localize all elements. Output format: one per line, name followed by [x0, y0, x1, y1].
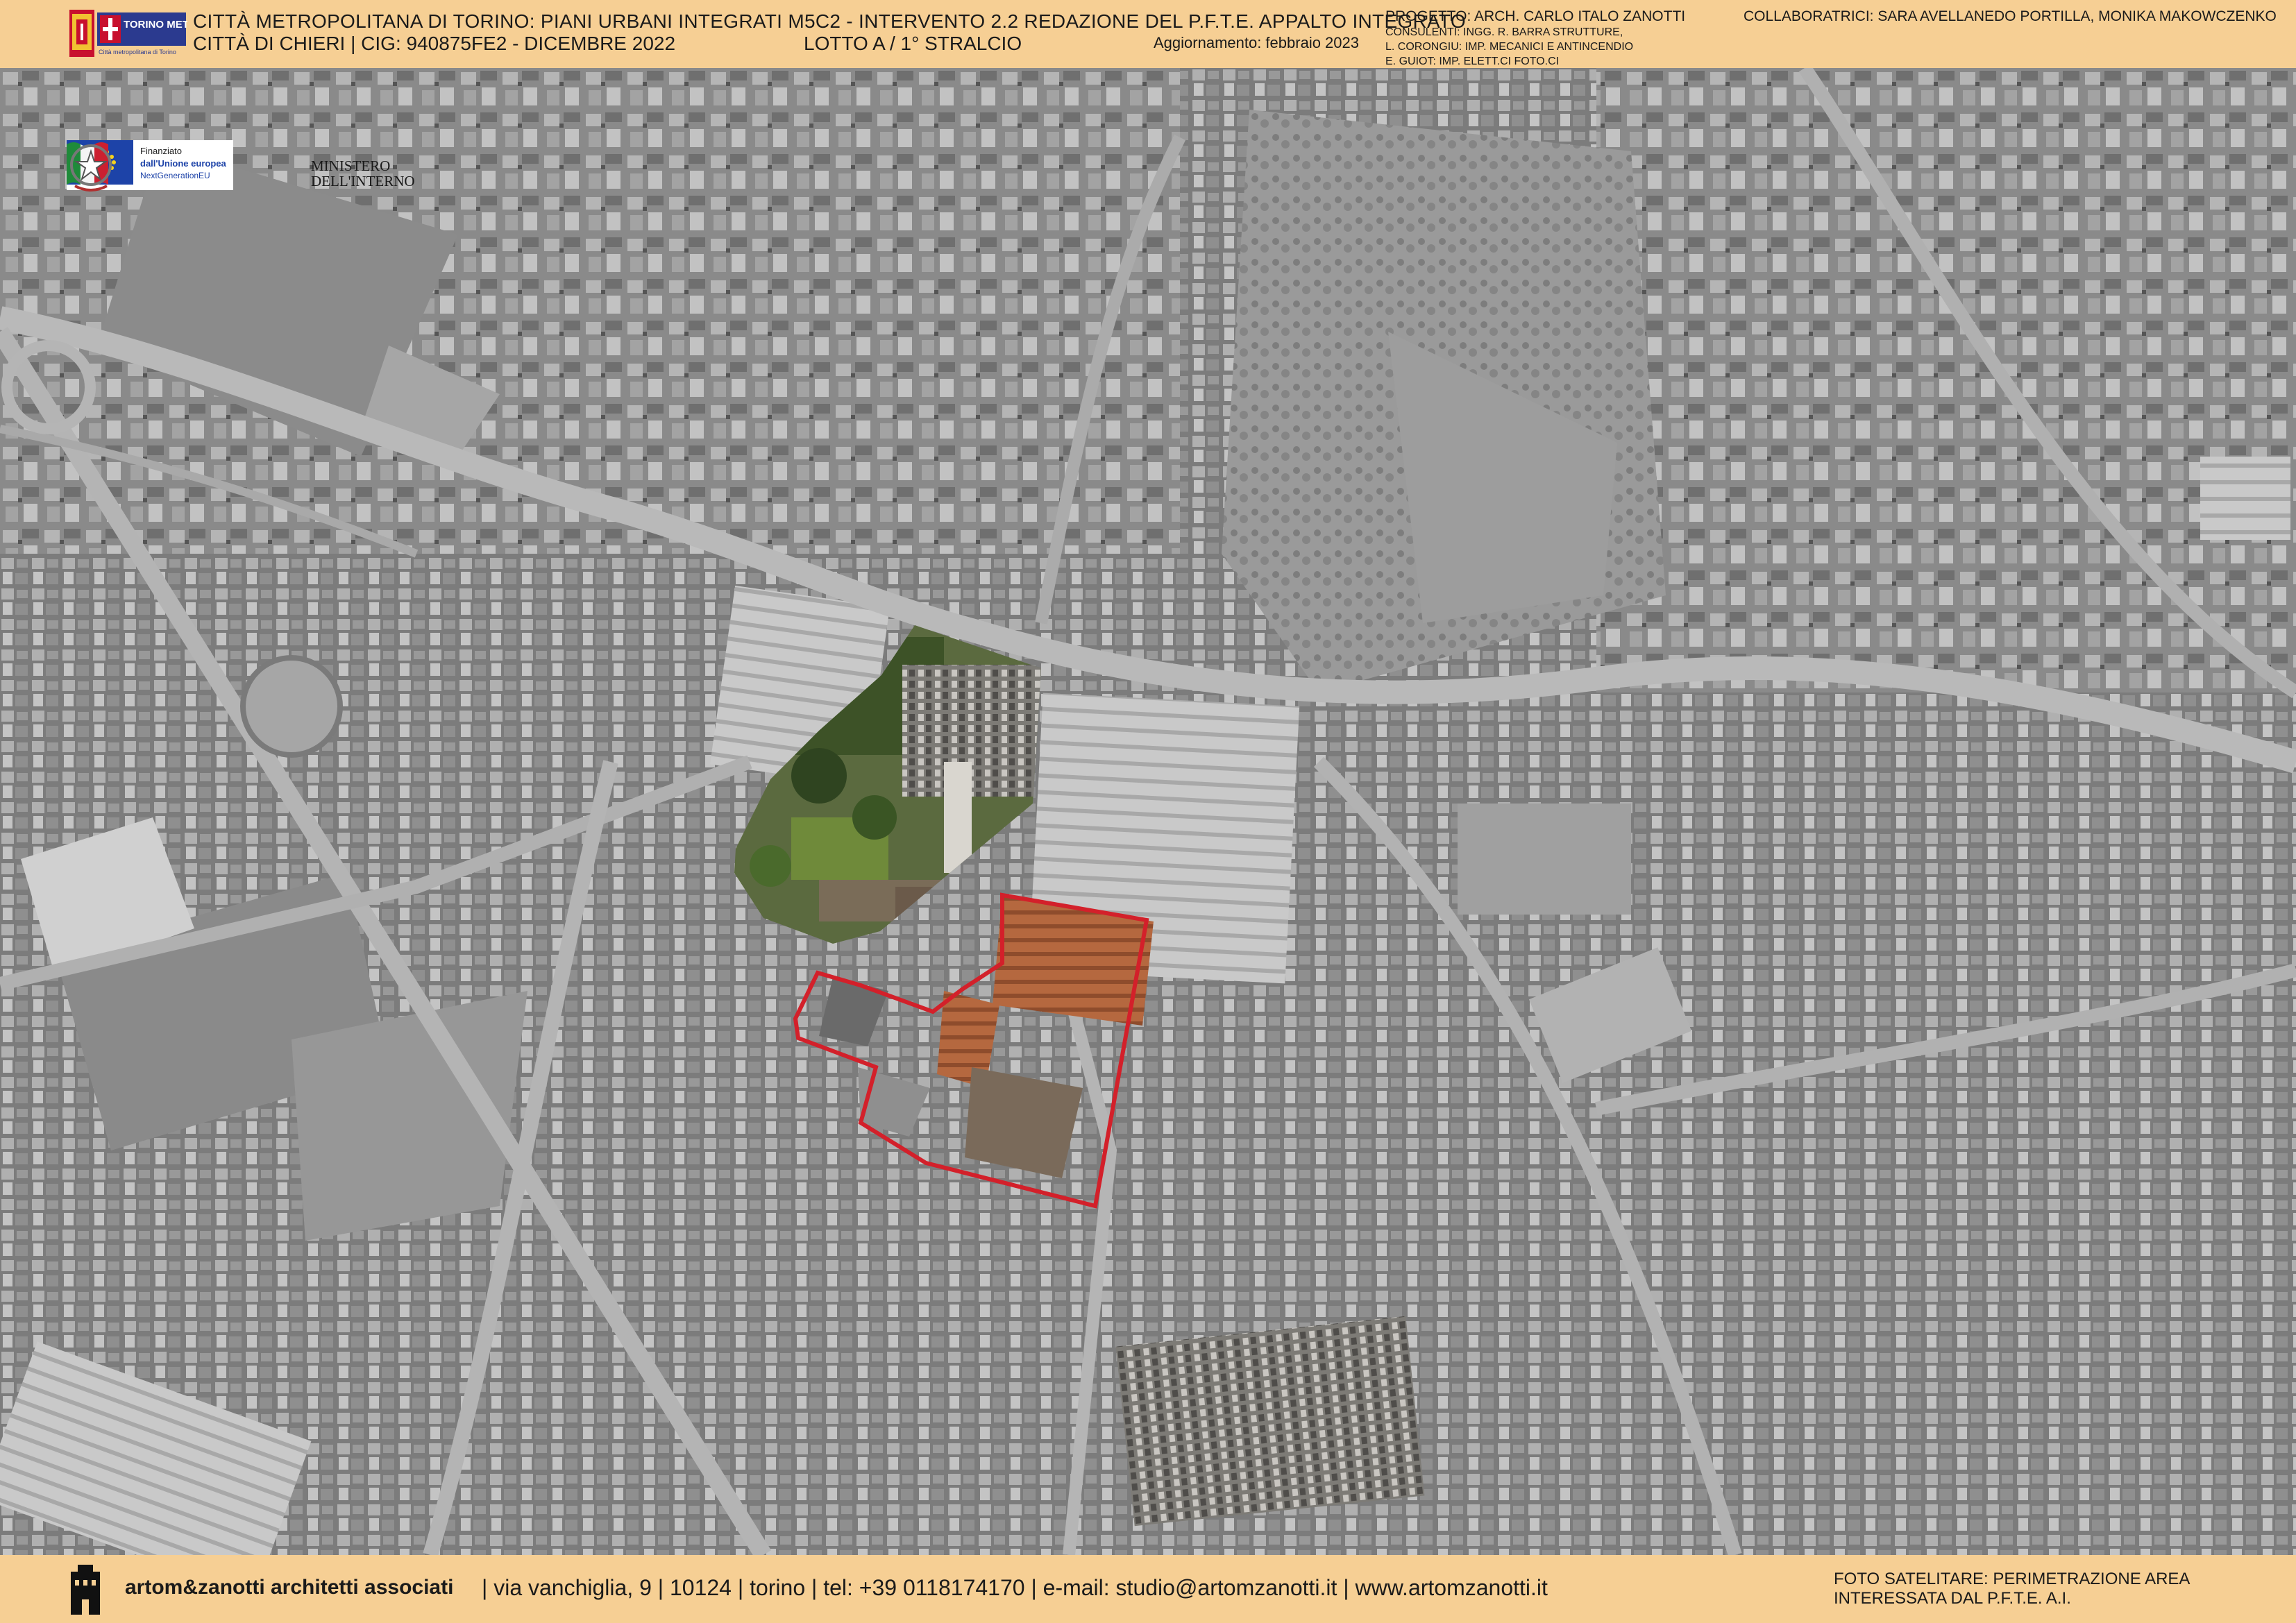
torino-metropoli-emblem-icon: TORINO METROPOLI Città metropolitana di …	[69, 10, 187, 57]
eu-line-1: Finanziato	[140, 146, 182, 156]
project-title: CITTÀ METROPOLITANA DI TORINO: PIANI URB…	[193, 10, 1466, 32]
firm-name: artom&zanotti architetti associati	[125, 1576, 454, 1599]
eu-line-2: dall'Unione europea	[140, 158, 226, 169]
ministry-line-2: DELL'INTERNO	[311, 173, 415, 189]
footer-band: artom&zanotti architetti associati | via…	[0, 1555, 2296, 1623]
firm-logo-icon	[71, 1565, 100, 1615]
caption-line-2: INTERESSATA DAL P.F.T.E. A.I.	[1834, 1589, 2071, 1608]
project-subtitle: CITTÀ DI CHIERI | CIG: 940875FE2 - DICEM…	[193, 33, 676, 54]
firm-contacts: | via vanchiglia, 9 | 10124 | torino | t…	[482, 1575, 1548, 1600]
caption-line-1: FOTO SATELITARE: PERIMETRAZIONE AREA	[1834, 1570, 2191, 1588]
lot-label: LOTTO A / 1° STRALCIO	[804, 33, 1022, 54]
satellite-image	[0, 68, 2296, 1555]
emblem-subtext: Città metropolitana di Torino	[99, 49, 176, 56]
consultants-line-1: CONSULENTI: INGG. R. BARRA STRUTTURE,	[1385, 26, 1623, 38]
republic-emblem-icon	[70, 144, 112, 192]
design-credits: PROGETTO: ARCH. CARLO ITALO ZANOTTI CONS…	[1385, 8, 1691, 69]
consultants-line-2: L. CORONGIU: IMP. MECANICI E ANTINCENDIO	[1385, 41, 1634, 53]
eu-line-3: NextGenerationEU	[140, 171, 210, 180]
collaborators: COLLABORATRICI: SARA AVELLANEDO PORTILLA…	[1744, 8, 2277, 24]
consultants-line-3: E. GUIOT: IMP. ELETT.CI FOTO.CI	[1385, 56, 1560, 67]
emblem-text: TORINO METROPOLI	[124, 19, 187, 31]
drawing-caption: FOTO SATELITARE: PERIMETRAZIONE AREA INT…	[1834, 1570, 2190, 1608]
update-date: Aggiornamento: febbraio 2023	[1154, 34, 1359, 51]
title-block: TORINO METROPOLI Città metropolitana di …	[0, 0, 2296, 68]
project-credit: PROGETTO: ARCH. CARLO ITALO ZANOTTI	[1385, 8, 1686, 24]
ministry-line-1: MINISTERO	[311, 158, 391, 174]
funding-logos: Finanziato dall'Unione europea NextGener…	[67, 140, 518, 193]
satellite-map: Finanziato dall'Unione europea NextGener…	[0, 68, 2296, 1555]
ministry-name: MINISTERO DELL'INTERNO	[311, 158, 415, 189]
